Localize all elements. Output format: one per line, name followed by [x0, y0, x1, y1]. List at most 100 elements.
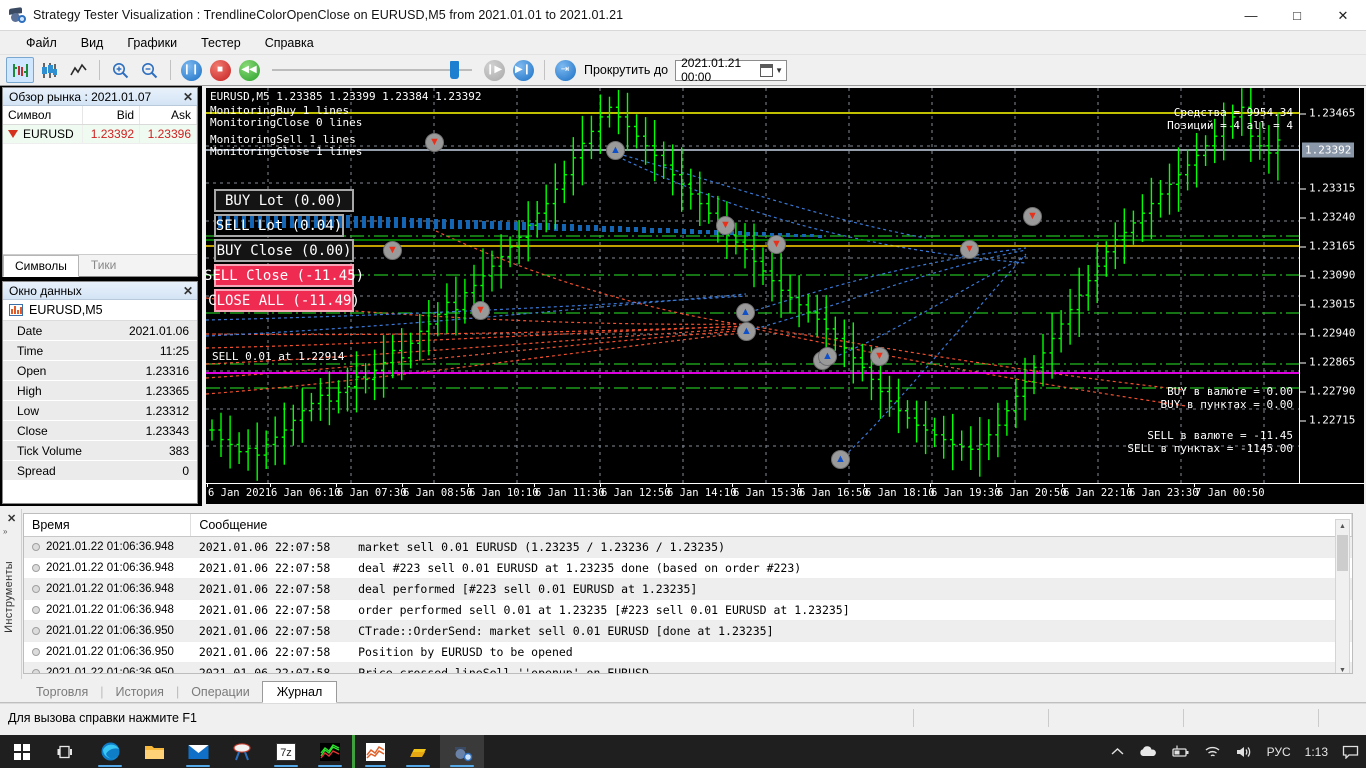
buy-marker-icon[interactable]: ▲: [606, 141, 625, 160]
mail-icon[interactable]: [176, 735, 220, 768]
task-view-icon[interactable]: [44, 735, 88, 768]
table-row[interactable]: 2021.01.22 01:06:36.950 2021.01.06 22:07…: [24, 641, 1352, 663]
current-price-label: 1.23392: [1302, 142, 1355, 158]
data-window-symbol: EURUSD,M5: [29, 303, 103, 317]
sell-marker-icon[interactable]: ▼: [960, 240, 979, 259]
table-row[interactable]: 2021.01.22 01:06:36.948 2021.01.06 22:07…: [24, 599, 1352, 621]
metatrader-white-icon[interactable]: [352, 735, 396, 768]
line-chart-mode-icon[interactable]: [64, 57, 92, 83]
tab-symbols[interactable]: Символы: [3, 255, 79, 277]
table-row[interactable]: 2021.01.22 01:06:36.950 2021.01.06 22:07…: [24, 662, 1352, 673]
journal-table-container[interactable]: Время Сообщение 2021.01.22 01:06:36.948 …: [23, 513, 1353, 674]
speed-slider[interactable]: [272, 57, 472, 83]
zoom-in-icon[interactable]: [106, 57, 134, 83]
speed-slider-thumb[interactable]: [450, 61, 459, 79]
down-arrow-icon: ▼: [429, 136, 440, 148]
zoom-out-icon[interactable]: [135, 57, 163, 83]
sell-marker-icon[interactable]: ▼: [471, 301, 490, 320]
candlestick-chart-mode-icon[interactable]: [35, 57, 63, 83]
chevron-down-icon[interactable]: ▼: [775, 66, 783, 75]
skip-to-end-icon[interactable]: ▶❙: [509, 57, 537, 83]
buy-marker-icon[interactable]: ▲: [818, 347, 837, 366]
journal-stamp: 2021.01.06 22:07:58: [198, 645, 331, 659]
metatrader-green-icon[interactable]: [308, 735, 352, 768]
onedrive-icon[interactable]: [1131, 735, 1164, 768]
table-row[interactable]: 2021.01.22 01:06:36.948 2021.01.06 22:07…: [24, 578, 1352, 600]
table-row[interactable]: 2021.01.22 01:06:36.948 2021.01.06 22:07…: [24, 557, 1352, 579]
bar-chart-mode-icon[interactable]: [6, 57, 34, 83]
tab-history[interactable]: История: [103, 682, 175, 702]
minimize-button[interactable]: —: [1228, 0, 1274, 31]
sell-marker-icon[interactable]: ▼: [425, 133, 444, 152]
menu-item-charts[interactable]: Графики: [115, 33, 189, 53]
sell-lot-button[interactable]: SELL Lot (0.04): [214, 214, 344, 237]
column-header-ask[interactable]: Ask: [139, 106, 197, 125]
tab-journal[interactable]: Журнал: [261, 681, 338, 703]
buy-lot-button[interactable]: BUY Lot (0.00): [214, 189, 354, 212]
scroll-up-icon[interactable]: ▲: [1336, 520, 1349, 533]
notification-icon[interactable]: [1335, 735, 1366, 768]
volume-icon[interactable]: [1228, 735, 1260, 768]
buy-marker-icon[interactable]: ▲: [831, 450, 850, 469]
chevron-up-icon[interactable]: [1104, 735, 1131, 768]
gold-bar-icon[interactable]: [396, 735, 440, 768]
sell-marker-icon[interactable]: ▼: [870, 347, 889, 366]
time-axis[interactable]: 6 Jan 2021 6 Jan 06:10 6 Jan 07:30 6 Jan…: [206, 483, 1364, 504]
calendar-icon[interactable]: [760, 63, 774, 77]
sell-marker-icon[interactable]: ▼: [767, 235, 786, 254]
menu-item-help[interactable]: Справка: [253, 33, 326, 53]
close-button[interactable]: ✕: [1320, 0, 1366, 31]
pause-icon[interactable]: ❙❙: [177, 57, 205, 83]
journal-scrollbar[interactable]: ▲ ▼: [1335, 519, 1350, 673]
scroll-up-icon[interactable]: »: [3, 527, 7, 536]
language-indicator[interactable]: РУС: [1260, 735, 1298, 768]
sell-marker-icon[interactable]: ▼: [1023, 207, 1042, 226]
file-explorer-icon[interactable]: [132, 735, 176, 768]
play-icon[interactable]: ❙▶: [480, 57, 508, 83]
edge-browser-icon[interactable]: [88, 735, 132, 768]
row-value: 1.23343: [113, 420, 197, 441]
scroll-to-date-field[interactable]: 2021.01.21 00:00 ▼: [675, 56, 788, 84]
tab-trade[interactable]: Торговля: [24, 682, 100, 702]
column-header-bid[interactable]: Bid: [82, 106, 141, 125]
close-all-button[interactable]: CLOSE ALL (-11.49): [208, 289, 360, 312]
close-icon[interactable]: ✕: [183, 284, 193, 298]
battery-icon[interactable]: [1164, 735, 1197, 768]
rewind-icon[interactable]: ◀◀: [235, 57, 263, 83]
price-axis[interactable]: 1.23392 1.23465 1.23315 1.23240 1.23165 …: [1299, 88, 1364, 483]
system-tray: РУС 1:13: [1104, 735, 1366, 768]
table-row[interactable]: 2021.01.22 01:06:36.950 2021.01.06 22:07…: [24, 620, 1352, 642]
buy-marker-icon[interactable]: ▲: [737, 322, 756, 341]
scrollbar-thumb[interactable]: [1337, 535, 1348, 571]
buy-marker-icon[interactable]: ▲: [736, 303, 755, 322]
wifi-icon[interactable]: [1197, 735, 1228, 768]
sell-close-button[interactable]: SELL Close (-11.45): [206, 264, 364, 287]
column-header-message[interactable]: Сообщение: [190, 514, 1352, 537]
menu-item-tester[interactable]: Тестер: [189, 33, 253, 53]
close-icon[interactable]: ✕: [7, 512, 16, 525]
scroll-down-icon[interactable]: ▼: [1336, 664, 1349, 673]
sell-marker-icon[interactable]: ▼: [383, 241, 402, 260]
stop-icon[interactable]: ■: [206, 57, 234, 83]
table-row[interactable]: 2021.01.22 01:06:36.948 2021.01.06 22:07…: [24, 536, 1352, 558]
menu-item-file[interactable]: Файл: [14, 33, 69, 53]
close-icon[interactable]: ✕: [183, 90, 193, 104]
indicator-label-close0: MonitoringClose 0 lines: [210, 116, 363, 129]
sell-marker-icon[interactable]: ▼: [716, 216, 735, 235]
column-header-time[interactable]: Время: [24, 514, 192, 537]
menu-item-view[interactable]: Вид: [69, 33, 116, 53]
maximize-button[interactable]: □: [1274, 0, 1320, 31]
tab-operations[interactable]: Операции: [179, 682, 261, 702]
snipping-tool-icon[interactable]: [220, 735, 264, 768]
tab-ticks[interactable]: Тики: [79, 254, 128, 276]
clock[interactable]: 1:13: [1298, 735, 1335, 768]
column-header-symbol[interactable]: Символ: [3, 106, 84, 125]
data-window-symbol-row[interactable]: EURUSD,M5: [3, 300, 197, 321]
price-chart[interactable]: EURUSD,M5 1.23385 1.23399 1.23384 1.2339…: [206, 88, 1299, 483]
windows-start-icon[interactable]: [0, 735, 44, 768]
seven-zip-icon[interactable]: 7z: [264, 735, 308, 768]
buy-close-button[interactable]: BUY Close (0.00): [214, 239, 354, 262]
strategy-tester-icon[interactable]: [440, 735, 484, 768]
scroll-to-icon[interactable]: ⇥: [551, 57, 579, 83]
table-row[interactable]: EURUSD 1.23392 1.23396: [3, 124, 197, 144]
